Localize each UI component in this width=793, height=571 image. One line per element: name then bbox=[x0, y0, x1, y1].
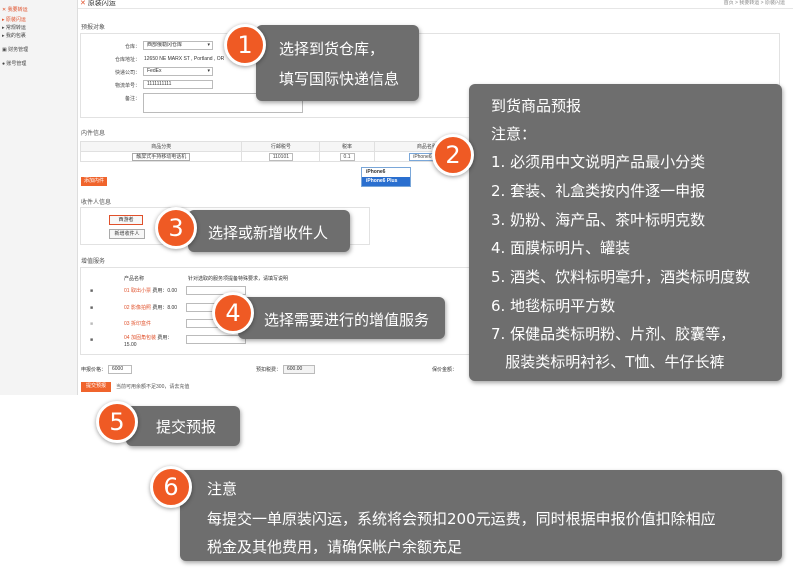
balance-note: 当前可用余额不足300，请去充值 bbox=[116, 384, 190, 390]
insured-label: 保价金额： bbox=[432, 367, 458, 373]
callout-6: 注意 每提交一单原装闪运，系统将会预扣200元运费，同时根据申报价值扣除相应 税… bbox=[180, 470, 782, 561]
callout-text: 每提交一单原装闪运，系统将会预扣200元运费，同时根据申报价值扣除相应 bbox=[207, 510, 716, 528]
service-checkbox[interactable]: ■ bbox=[90, 321, 93, 328]
add-receiver-button[interactable]: 新增收件人 bbox=[109, 229, 145, 239]
service-row: 04 加固角包装 费用：15.00 bbox=[124, 335, 173, 348]
warehouse-address: 12650 NE MARX ST , Portland , OR bbox=[144, 56, 225, 62]
col-tax-code: 行邮税号 bbox=[241, 141, 321, 152]
address-label: 仓库地址： bbox=[114, 57, 140, 63]
service-checkbox[interactable]: ■ bbox=[90, 288, 93, 295]
step-6-badge: 6 bbox=[150, 466, 192, 508]
sidebar-item-original[interactable]: ▸ 原装闪运 bbox=[2, 16, 26, 23]
prepay-label: 预扣税费： bbox=[256, 367, 282, 373]
carrier-label: 快递公司： bbox=[114, 70, 140, 76]
service-row: 02 影像拍照 费用：8.00 bbox=[124, 305, 178, 311]
tracking-label: 物流单号： bbox=[114, 83, 140, 89]
add-item-button[interactable]: 添加内件 bbox=[81, 177, 107, 186]
callout-text: 到货商品预报 bbox=[491, 97, 582, 115]
callout-text: 4. 面膜标明片、罐装 bbox=[491, 239, 631, 257]
callout-text: 注意： bbox=[491, 125, 537, 143]
callout-text: 3. 奶粉、海产品、茶叶标明克数 bbox=[491, 211, 706, 229]
service-checkbox[interactable]: ■ bbox=[90, 337, 93, 344]
services-col-note: 针对选取的服务项提备特殊要求，请填写说明 bbox=[188, 276, 289, 282]
chevron-down-icon: ▾ bbox=[207, 68, 210, 74]
callout-5: 提交预报 bbox=[126, 406, 240, 446]
callout-2: 到货商品预报 注意： 1. 必须用中文说明产品最小分类 2. 套装、礼盒类按内件… bbox=[469, 84, 782, 381]
callout-text: 2. 套装、礼盒类按内件逐一申报 bbox=[491, 182, 706, 200]
category-select[interactable]: 触屏式手持移动电话机 bbox=[132, 153, 191, 161]
step-5-badge: 5 bbox=[96, 401, 138, 443]
submit-forecast-button[interactable]: 提交预报 bbox=[81, 382, 111, 392]
sidebar-item-packages[interactable]: ▸ 我的包裹 bbox=[2, 32, 26, 39]
callout-1: 选择到货仓库， 填写国际快递信息 bbox=[256, 25, 419, 101]
service-note-input[interactable] bbox=[186, 335, 246, 344]
callout-text: 税金及其他费用，请确保帐户余额充足 bbox=[207, 538, 463, 556]
declared-input[interactable]: 6000 bbox=[108, 365, 132, 374]
carrier-select[interactable]: FedEx ▾ bbox=[143, 67, 213, 76]
service-row: 03 拆印盒件 bbox=[124, 321, 151, 327]
tracking-input[interactable]: 1111111111 bbox=[143, 80, 213, 89]
step-1-badge: 1 bbox=[224, 24, 266, 66]
callout-text: 6. 地毯标明平方数 bbox=[491, 297, 616, 315]
callout-text: 提交预报 bbox=[156, 418, 217, 436]
sidebar: ✕ 我要转运 ▸ 原装闪运 ▸ 常规转运 ▸ 我的包裹 ▣ 财务管理 ● 账号管… bbox=[0, 0, 78, 395]
declared-label: 申报价格： bbox=[81, 367, 107, 373]
chevron-down-icon: ▾ bbox=[207, 42, 210, 48]
col-rate: 税率 bbox=[319, 141, 375, 152]
forecast-section-label: 预报对象 bbox=[81, 25, 106, 31]
callout-text: 服装类标明衬衫、T恤、牛仔长裤 bbox=[491, 353, 725, 371]
breadcrumb: 首页 > 我要转运 > 原装闪运 bbox=[723, 0, 785, 6]
receiver-option[interactable]: 西游者 bbox=[109, 215, 143, 225]
dropdown-option[interactable]: iPhone6 Plus bbox=[362, 177, 410, 186]
sidebar-item-regular[interactable]: ▸ 常规转运 bbox=[2, 24, 26, 31]
step-3-badge: 3 bbox=[155, 207, 197, 249]
warehouse-label: 仓库： bbox=[124, 44, 140, 50]
callout-text: 5. 酒类、饮料标明毫升，酒类标明度数 bbox=[491, 268, 751, 286]
sidebar-item-finance[interactable]: ▣ 财务管理 bbox=[2, 46, 28, 53]
table-row: 触屏式手持移动电话机 110101 0.1 iPhone6 bbox=[79, 151, 481, 162]
rate-field[interactable]: 0.1 bbox=[339, 152, 355, 161]
callout-text: 7. 保健品类标明粉、片剂、胶囊等， bbox=[491, 325, 736, 343]
callout-text: 1. 必须用中文说明产品最小分类 bbox=[491, 153, 706, 171]
items-section-label: 内件信息 bbox=[81, 131, 106, 137]
sidebar-item-account[interactable]: ● 账号管理 bbox=[2, 60, 26, 67]
dropdown-option[interactable]: iPhone6 bbox=[362, 168, 410, 177]
sidebar-item-transfer[interactable]: ✕ 我要转运 bbox=[2, 6, 28, 13]
callout-4: 选择需要进行的增值服务 bbox=[238, 297, 445, 339]
service-checkbox[interactable]: ■ bbox=[90, 305, 93, 312]
close-icon: ✕ bbox=[80, 0, 88, 7]
services-section-label: 增值服务 bbox=[81, 259, 106, 265]
page-title: ✕ 原装闪运 bbox=[80, 0, 116, 7]
callout-text: 注意 bbox=[207, 480, 238, 498]
remark-label: 备注： bbox=[124, 96, 140, 102]
receiver-section-label: 收件人信息 bbox=[81, 200, 112, 206]
step-4-badge: 4 bbox=[212, 292, 254, 334]
col-category: 商品分类 bbox=[79, 141, 243, 152]
callout-text: 填写国际快递信息 bbox=[279, 70, 400, 88]
warehouse-select[interactable]: 西部俄勒冈仓库 ▾ bbox=[143, 41, 213, 50]
prepay-value: 600.00 bbox=[283, 365, 315, 374]
step-2-badge: 2 bbox=[432, 134, 474, 176]
service-row: 01 取出小票 费用：0.00 bbox=[124, 288, 178, 294]
product-dropdown: iPhone6 iPhone6 Plus bbox=[361, 167, 411, 187]
callout-text: 选择到货仓库， bbox=[279, 40, 385, 58]
tax-code-field[interactable]: 110101 bbox=[268, 152, 294, 161]
callout-3: 选择或新增收件人 bbox=[188, 210, 350, 252]
services-col-name: 产品名称 bbox=[124, 276, 145, 282]
callout-text: 选择或新增收件人 bbox=[208, 224, 329, 242]
callout-text: 选择需要进行的增值服务 bbox=[264, 311, 430, 329]
items-table: 商品分类 行邮税号 税率 商品名称 触屏式手持移动电话机 110101 0.1 … bbox=[79, 141, 481, 162]
